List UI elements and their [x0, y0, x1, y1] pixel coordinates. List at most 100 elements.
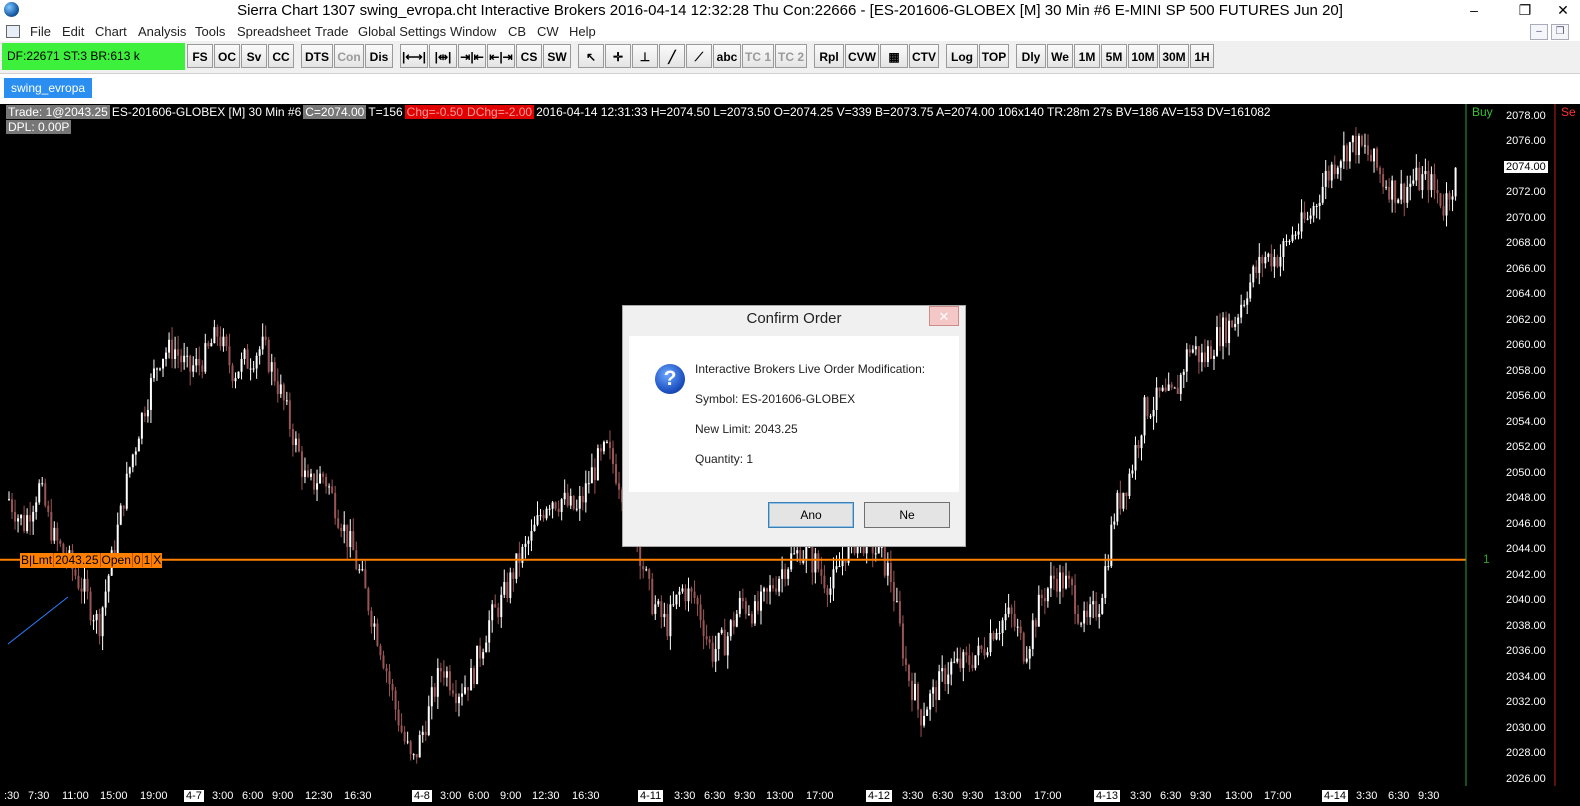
zoom-out-button[interactable]: |⟷| — [400, 44, 428, 68]
toolbar-10m-button[interactable]: 10M — [1128, 44, 1158, 68]
price-axis[interactable]: 2078.00 2076.00 2074.00 2072.00 2070.00 2068.… — [1466, 104, 1566, 806]
toolbar-con-button[interactable]: Con — [334, 44, 364, 68]
candle-down — [23, 515, 26, 532]
candle-down — [391, 684, 394, 691]
chart-window-icon[interactable] — [6, 25, 20, 38]
expand-button[interactable]: ⇤|⇥ — [487, 44, 515, 68]
candle-up — [1083, 610, 1086, 624]
candle-up — [361, 569, 364, 571]
mdi-minimize-button[interactable]: – — [1530, 24, 1548, 40]
order-line-label[interactable]: B|Lmt 2043.25 Open 0 1 X — [20, 552, 163, 568]
toolbar-sv-button[interactable]: Sv — [241, 44, 267, 68]
candle-up — [1249, 282, 1252, 299]
toolbar-cc-button[interactable]: CC — [268, 44, 294, 68]
toolbar-30m-button[interactable]: 30M — [1159, 44, 1189, 68]
candle-up — [563, 492, 566, 500]
toolbar-dts-button[interactable]: DTS — [301, 44, 333, 68]
menu-window[interactable]: Window — [450, 24, 496, 39]
toolbar-5m-button[interactable]: 5M — [1101, 44, 1127, 68]
ray-tool-button[interactable]: ⟋ — [686, 44, 712, 68]
menu-file[interactable]: File — [30, 24, 51, 39]
line-tool-button[interactable]: ╱ — [659, 44, 685, 68]
toolbar-cvw-button[interactable]: CVW — [845, 44, 879, 68]
candle-up — [923, 715, 926, 726]
candle-up — [545, 508, 548, 519]
dialog-symbol: Symbol: ES-201606-GLOBEX — [695, 392, 856, 406]
confirm-yes-button[interactable]: Ano — [768, 502, 854, 528]
candle-down — [684, 588, 687, 602]
candle-up — [20, 515, 23, 519]
pointer-button[interactable]: ↖ — [578, 44, 604, 68]
candle-up — [1291, 234, 1294, 242]
candle-up — [796, 550, 799, 554]
toolbar-rpl-button[interactable]: Rpl — [814, 44, 844, 68]
menu-cb[interactable]: CB — [508, 24, 526, 39]
toolbar-fs-button[interactable]: FS — [187, 44, 213, 68]
candle-up — [1152, 409, 1155, 417]
toolbar-tc1-button[interactable]: TC 1 — [742, 44, 774, 68]
toolbar-tc2-button[interactable]: TC 2 — [775, 44, 807, 68]
candle-down — [883, 546, 886, 576]
toolbar-sw-button[interactable]: SW — [543, 44, 571, 68]
toolbar-oc-button[interactable]: OC — [214, 44, 240, 68]
candle-up — [1155, 387, 1158, 410]
toolbar-ctv-button[interactable]: CTV — [909, 44, 939, 68]
candle-up — [1049, 575, 1052, 589]
toolbar-1h-button[interactable]: 1H — [1190, 44, 1214, 68]
menu-global-settings[interactable]: Global Settings — [358, 24, 446, 39]
candle-down — [180, 355, 183, 363]
menu-tools[interactable]: Tools — [195, 24, 225, 39]
restore-button[interactable]: ❐ — [1510, 0, 1540, 20]
toolbar-we-button[interactable]: We — [1047, 44, 1073, 68]
dom-button[interactable]: ▦ — [880, 44, 908, 68]
candle-down — [400, 725, 403, 732]
candle-down — [1427, 170, 1430, 191]
order-cancel-button[interactable]: X — [152, 553, 162, 567]
menu-help[interactable]: Help — [569, 24, 596, 39]
candle-down — [799, 550, 802, 563]
candle-up — [735, 613, 738, 627]
candle-up — [1321, 186, 1324, 203]
time-tick-label: 19:00 — [140, 790, 168, 802]
confirm-no-button[interactable]: Ne — [864, 502, 950, 528]
tab-swing-evropa[interactable]: swing_evropa — [4, 78, 93, 98]
zoom-in-button[interactable]: |⇹| — [429, 44, 457, 68]
toolbar-top-button[interactable]: TOP — [979, 44, 1009, 68]
menu-spreadsheet[interactable]: Spreadsheet — [237, 24, 311, 39]
candle-down — [273, 362, 276, 382]
candle-down — [968, 655, 971, 665]
menu-trade[interactable]: Trade — [315, 24, 348, 39]
toolbar-log-button[interactable]: Log — [946, 44, 978, 68]
candle-down — [388, 671, 391, 685]
mdi-restore-button[interactable]: ❐ — [1551, 24, 1569, 40]
cursor-line-button[interactable]: ⊥ — [632, 44, 658, 68]
candle-up — [279, 384, 282, 395]
minimize-button[interactable]: – — [1459, 0, 1489, 20]
crosshair-button[interactable]: ✛ — [605, 44, 631, 68]
dialog-close-button[interactable]: ✕ — [929, 306, 959, 326]
candle-up — [1185, 349, 1188, 372]
candle-up — [427, 706, 430, 736]
menu-edit[interactable]: Edit — [62, 24, 84, 39]
close-button[interactable]: ✕ — [1548, 0, 1578, 20]
candle-up — [1348, 142, 1351, 162]
menu-chart[interactable]: Chart — [95, 24, 127, 39]
candle-down — [246, 349, 249, 369]
candle-down — [276, 381, 279, 395]
candle-up — [974, 655, 977, 669]
toolbar-dis-button[interactable]: Dis — [365, 44, 393, 68]
candle-up — [1357, 135, 1360, 155]
time-axis[interactable]: :30 7:30 11:00 15:00 19:00 4-7 3:00 6:00 9:00 12:… — [0, 786, 1466, 806]
menu-analysis[interactable]: Analysis — [138, 24, 186, 39]
candle-up — [125, 473, 128, 509]
compress-button[interactable]: ⇥|⇤ — [458, 44, 486, 68]
candle-up — [430, 687, 433, 707]
toolbar-1m-button[interactable]: 1M — [1074, 44, 1100, 68]
toolbar-dly-button[interactable]: Dly — [1016, 44, 1046, 68]
candle-up — [261, 336, 264, 350]
candle-down — [451, 690, 454, 694]
candle-up — [950, 661, 953, 675]
toolbar-cs-button[interactable]: CS — [516, 44, 542, 68]
toolbar-abc-button[interactable]: abc — [713, 44, 741, 68]
menu-cw[interactable]: CW — [537, 24, 559, 39]
